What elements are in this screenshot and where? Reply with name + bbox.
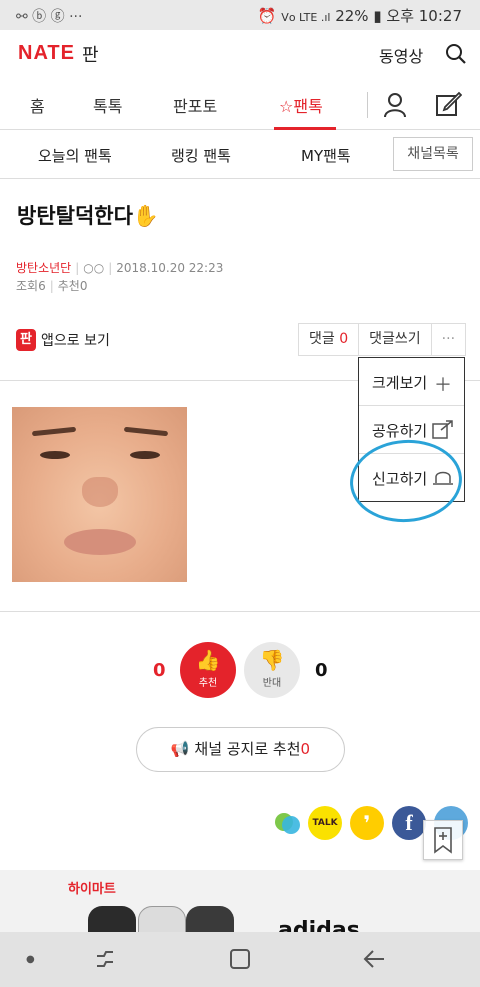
search-icon[interactable]: [445, 43, 467, 65]
author-name[interactable]: 방탄소년단: [16, 261, 71, 275]
pan-logo[interactable]: 판: [82, 41, 99, 67]
downvote-count: 0: [315, 660, 328, 681]
video-link[interactable]: 동영상: [379, 43, 423, 67]
dot-indicator: ●: [26, 954, 35, 965]
nate-logo[interactable]: NATE: [18, 42, 75, 65]
subtab-today[interactable]: 오늘의 팬톡: [38, 145, 112, 166]
post-stats: 조회6 | 추천0: [16, 279, 88, 293]
tab-toktok[interactable]: 톡톡: [93, 93, 122, 117]
tab-panphoto[interactable]: 판포토: [173, 93, 217, 117]
user-icon[interactable]: [383, 92, 407, 118]
plus-icon: ＋: [434, 375, 452, 396]
notification-icons: ⚯ ⓑ ⓖ ···: [16, 9, 83, 25]
clock: 오후 10:27: [386, 7, 462, 25]
share-icon: [432, 420, 453, 439]
channel-list-button[interactable]: 채널목록: [393, 137, 473, 171]
chat-bubbles-icon: [275, 813, 300, 834]
author-id: ○○: [83, 261, 105, 275]
home-icon[interactable]: [229, 948, 251, 970]
screen: ⚯ ⓑ ⓖ ··· ⏰ Vᴏ LTE .ıl 22% ▮ 오후 10:27 NA…: [0, 0, 480, 987]
channel-notice-button[interactable]: 📢 채널 공지로 추천0: [136, 727, 345, 772]
battery-icon: ▮: [373, 7, 382, 25]
bookmark-add-button[interactable]: [423, 820, 463, 860]
menu-zoom[interactable]: 크게보기 ＋: [359, 358, 464, 406]
tab-fantalk[interactable]: ☆팬톡: [279, 93, 323, 117]
signal-indicator: Vᴏ LTE .ıl: [281, 11, 331, 24]
jacket-image: [186, 906, 234, 932]
content-divider-bottom: [0, 611, 480, 612]
thumbs-up-icon: 👍: [195, 648, 221, 672]
recommend-count: 추천0: [57, 279, 88, 293]
status-right: ⏰ Vᴏ LTE .ıl 22% ▮ 오후 10:27: [258, 5, 462, 26]
post-image[interactable]: [12, 407, 187, 582]
recent-apps-icon[interactable]: [94, 948, 116, 970]
comment-actions: 댓글 0 댓글쓰기 ···: [298, 323, 467, 356]
post-date: 2018.10.20 22:23: [116, 261, 224, 275]
share-bubble-button[interactable]: [270, 806, 304, 840]
ad-brand-name: adidas: [278, 918, 360, 932]
upvote-count: 0: [153, 660, 166, 681]
kakaotalk-share-button[interactable]: TALK: [308, 806, 342, 840]
back-icon[interactable]: [362, 948, 386, 970]
ad-banner[interactable]: 하이마트 adidas: [0, 870, 480, 932]
tab-home[interactable]: 홈: [30, 93, 45, 117]
open-in-app-link[interactable]: 앱으로 보기: [41, 330, 110, 350]
sub-tabs: 오늘의 팬톡 랭킹 팬톡 MY팬톡 채널목록: [0, 131, 480, 179]
kakaostory-share-button[interactable]: ❜: [350, 806, 384, 840]
comment-count: 0: [339, 331, 349, 347]
bookmark-plus-icon: [434, 827, 452, 854]
write-icon[interactable]: [435, 90, 462, 118]
status-bar: ⚯ ⓑ ⓖ ··· ⏰ Vᴏ LTE .ıl 22% ▮ 오후 10:27: [0, 0, 480, 30]
app-header: NATE 판 동영상: [0, 30, 480, 80]
jacket-image: [138, 906, 186, 932]
battery-level: 22%: [335, 7, 369, 25]
thumbs-down-icon: 👎: [259, 648, 285, 672]
post-meta: 방탄소년단 | ○○ | 2018.10.20 22:23: [16, 261, 224, 275]
megaphone-icon: 📢: [170, 740, 190, 758]
ad-store-logo: 하이마트: [68, 882, 116, 897]
downvote-button[interactable]: 👎 반대: [244, 642, 300, 698]
view-count: 조회6: [16, 279, 46, 293]
app-badge-icon[interactable]: 판: [16, 329, 36, 351]
comment-button[interactable]: 댓글 0: [299, 324, 360, 355]
jacket-image: [88, 906, 136, 932]
subtab-ranking[interactable]: 랭킹 팬톡: [171, 145, 231, 166]
post-title: 방탄탈덕한다✋: [17, 204, 160, 228]
facebook-share-button[interactable]: f: [392, 806, 426, 840]
more-button[interactable]: ···: [432, 324, 465, 355]
subtab-my[interactable]: MY팬톡: [301, 145, 351, 166]
alarm-icon: ⏰: [257, 7, 277, 25]
active-tab-indicator: [274, 127, 336, 130]
tab-divider: [367, 92, 368, 118]
write-comment-button[interactable]: 댓글쓰기: [359, 324, 432, 355]
system-nav-bar: ●: [0, 932, 480, 987]
main-tabs: 홈 톡톡 판포토 ☆팬톡: [0, 80, 480, 130]
upvote-button[interactable]: 👍 추천: [180, 642, 236, 698]
